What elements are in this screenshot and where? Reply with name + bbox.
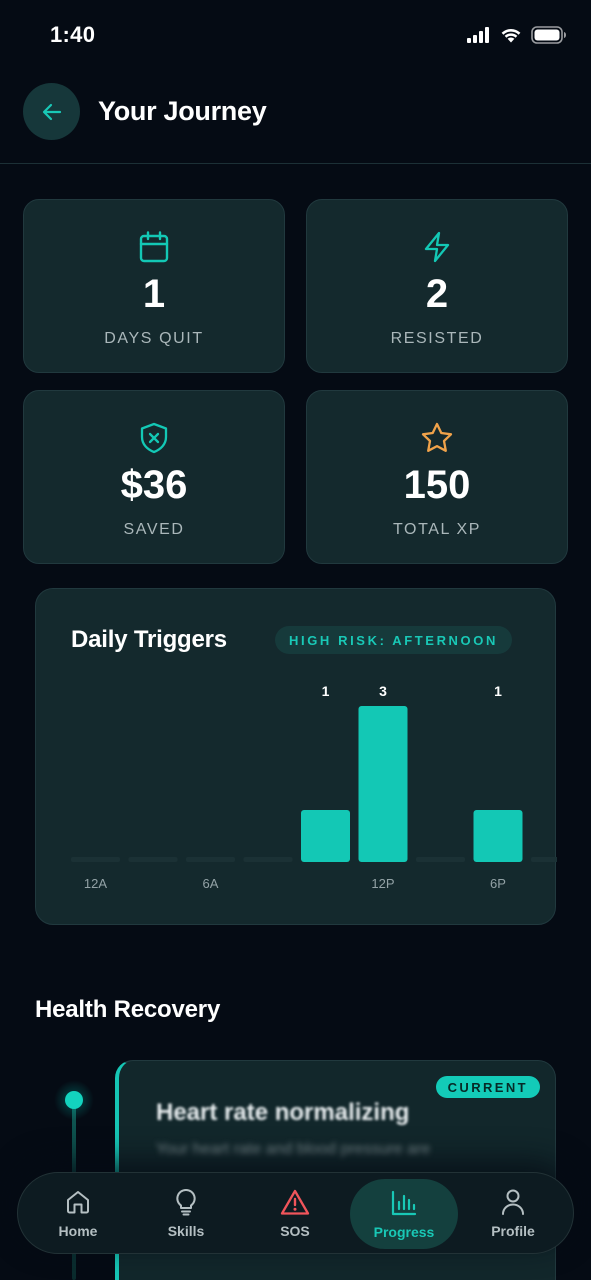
lightbulb-icon [176, 1188, 196, 1216]
chart-data-label: 1 [494, 683, 502, 699]
current-badge: CURRENT [435, 1076, 540, 1098]
chart-bar [301, 810, 350, 862]
stat-label: SAVED [123, 521, 185, 538]
page-title: Your Journey [98, 96, 267, 126]
chart-tick-label: 6P [490, 876, 506, 891]
arrow-left-icon [42, 103, 61, 120]
bar-chart-icon [391, 1190, 417, 1216]
status-bar: 1:40 [0, 0, 591, 70]
timeline-dot [65, 1091, 83, 1109]
shield-x-icon [140, 422, 168, 454]
milestone-description: Your heart rate and blood pressure are [156, 1141, 431, 1158]
chart-bar [358, 706, 408, 862]
nav-home[interactable]: Home [24, 1173, 132, 1253]
home-icon [67, 1191, 89, 1214]
high-risk-badge: HIGH RISK: AFTERNOON [275, 626, 512, 654]
header: Your Journey [0, 80, 591, 164]
back-button[interactable] [23, 83, 80, 140]
nav-profile[interactable]: Profile [459, 1173, 567, 1253]
stat-card-total-xp: 150 TOTAL XP [306, 390, 568, 564]
bottom-nav: Home Skills SOS Progress Profile [17, 1172, 574, 1254]
user-icon [502, 1189, 524, 1215]
daily-triggers-card: 12A 6A 1 3 12P 1 6P Daily Triggers HIGH RISK: … [35, 588, 557, 925]
calendar-icon [139, 231, 169, 263]
warning-icon [280, 1189, 310, 1215]
nav-label: Home [58, 1223, 98, 1239]
chart-bar [416, 857, 465, 862]
chart-bar [531, 857, 557, 862]
stat-label: TOTAL XP [392, 521, 482, 538]
chart-bar [473, 810, 523, 862]
stat-label: DAYS QUIT [104, 330, 204, 347]
nav-skills[interactable]: Skills [132, 1173, 240, 1253]
stat-label: RESISTED [390, 330, 484, 347]
chart-tick-label: 12A [84, 876, 107, 891]
chart-data-label: 3 [379, 683, 387, 699]
stat-card-days-quit: 1 DAYS QUIT [23, 199, 285, 373]
chart-tick-label: 6A [203, 876, 219, 891]
chart-tick-label: 12P [371, 876, 394, 891]
chart-bar [128, 857, 178, 862]
chart-data-label: 1 [322, 683, 330, 699]
milestone-title: Heart rate normalizing [156, 1099, 410, 1126]
stat-value: $36 [120, 463, 188, 507]
stat-card-saved: $36 SAVED [23, 390, 285, 564]
nav-label: Progress [373, 1224, 435, 1240]
stat-value: 150 [403, 463, 471, 507]
lightning-icon [424, 231, 450, 263]
cellular-signal-icon [467, 27, 489, 43]
star-icon [421, 422, 453, 452]
chart-bar [71, 857, 120, 862]
chart-bar [243, 857, 293, 862]
wifi-icon [501, 28, 521, 43]
nav-sos[interactable]: SOS [241, 1173, 349, 1253]
nav-label: SOS [280, 1223, 310, 1239]
stat-card-resisted: 2 RESISTED [306, 199, 568, 373]
nav-label: Profile [491, 1223, 535, 1239]
health-recovery-title: Health Recovery [35, 996, 221, 1023]
stat-value: 2 [425, 272, 449, 316]
status-icons [467, 26, 567, 44]
stat-value: 1 [142, 272, 166, 316]
chart-title: Daily Triggers [71, 626, 227, 653]
status-time: 1:40 [50, 22, 96, 47]
chart-bar [186, 857, 235, 862]
nav-label: Skills [167, 1223, 205, 1239]
battery-icon [531, 26, 566, 44]
nav-progress[interactable]: Progress [350, 1179, 458, 1249]
